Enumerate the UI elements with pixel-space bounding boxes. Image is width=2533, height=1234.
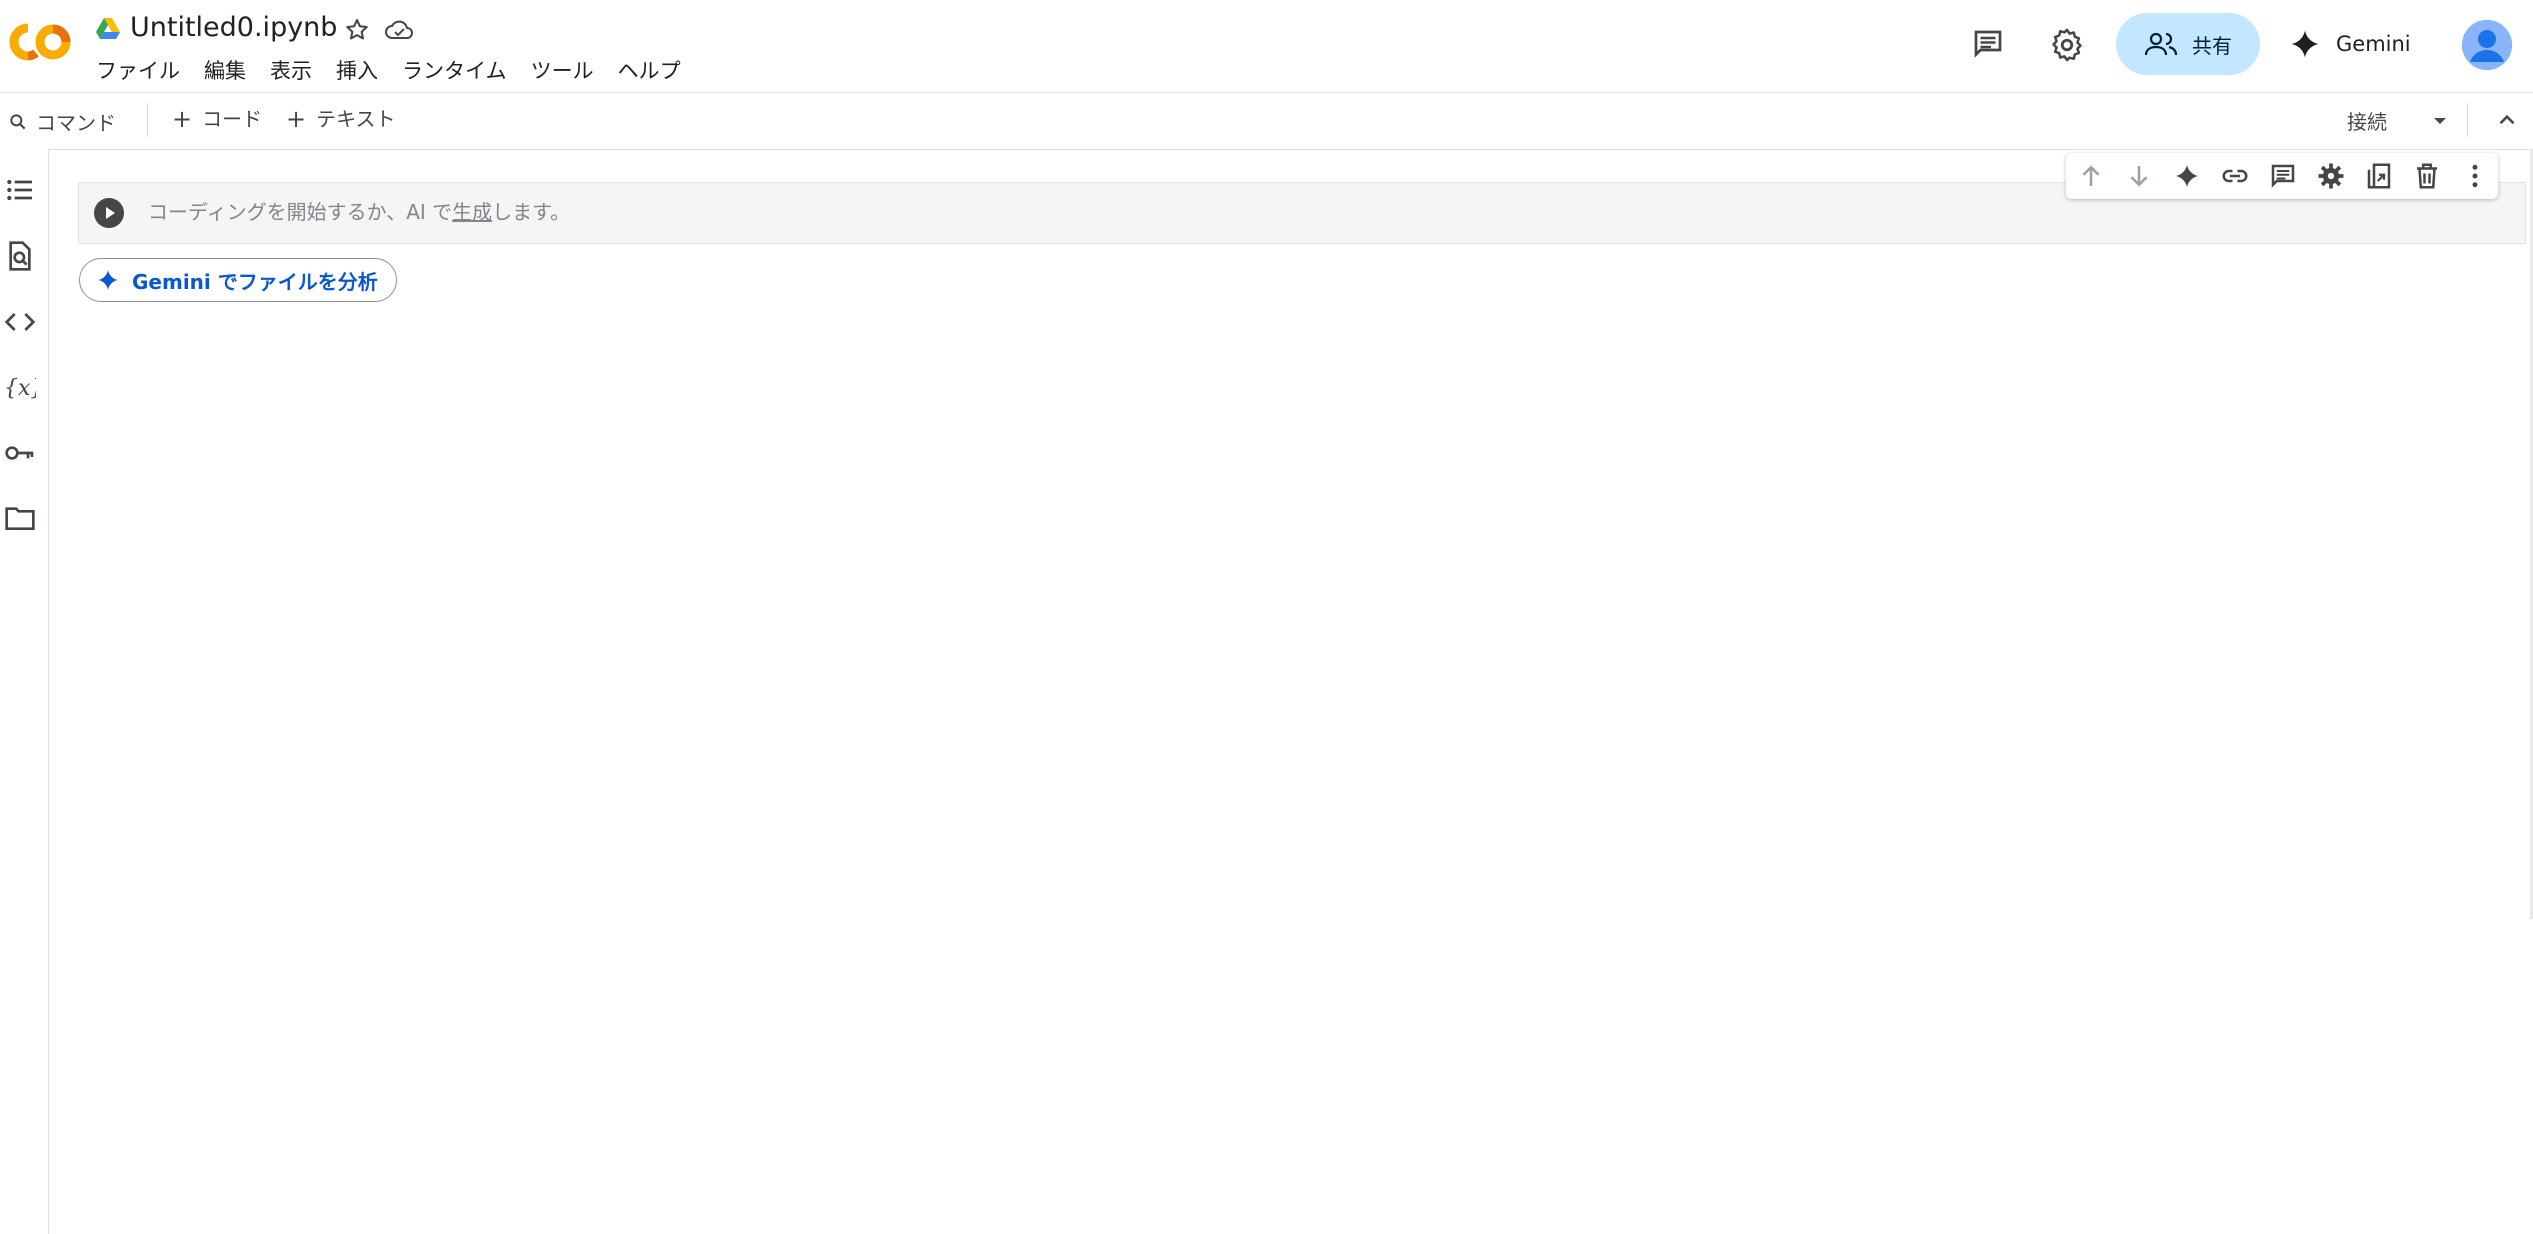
menu-tools[interactable]: ツール: [519, 56, 606, 86]
comments-icon[interactable]: [1970, 26, 2006, 62]
folder-icon[interactable]: [4, 502, 36, 534]
colab-logo[interactable]: [8, 22, 74, 62]
star-icon[interactable]: [343, 16, 371, 44]
plus-icon: +: [172, 105, 193, 133]
command-label: コマンド: [36, 111, 116, 135]
menu-view[interactable]: 表示: [258, 56, 324, 86]
gemini-button[interactable]: Gemini: [2290, 13, 2411, 75]
gemini-sparkle-icon[interactable]: [2172, 161, 2202, 191]
menu-edit[interactable]: 編集: [192, 56, 258, 86]
plus-icon: +: [286, 105, 307, 133]
delete-icon[interactable]: [2412, 161, 2442, 191]
link-icon[interactable]: [2220, 161, 2250, 191]
add-code-cell-button[interactable]: + コード: [172, 105, 262, 133]
add-text-label: テキスト: [316, 107, 396, 131]
share-label: 共有: [2192, 33, 2232, 58]
menu-bar: ファイル 編集 表示 挿入 ランタイム ツール ヘルプ: [96, 56, 693, 86]
gemini-analyze-files-button[interactable]: Gemini でファイルを分析: [79, 258, 397, 302]
arrow-up-icon[interactable]: [2076, 161, 2106, 191]
more-vert-icon[interactable]: [2460, 161, 2490, 191]
hint-suffix: します。: [492, 200, 571, 224]
left-sidebar-rail: {x}: [0, 149, 49, 1234]
menu-insert[interactable]: 挿入: [324, 56, 390, 86]
run-cell-button[interactable]: [94, 198, 124, 228]
svg-text:{x}: {x}: [4, 376, 36, 401]
add-text-cell-button[interactable]: + テキスト: [286, 105, 396, 133]
cell-placeholder[interactable]: コーディングを開始するか、AI で生成します。: [148, 198, 570, 226]
menu-runtime[interactable]: ランタイム: [390, 56, 519, 86]
share-button[interactable]: 共有: [2116, 13, 2260, 75]
arrow-down-icon[interactable]: [2124, 161, 2154, 191]
hint-prefix: コーディングを開始するか、AI で: [148, 200, 453, 224]
variables-icon[interactable]: {x}: [4, 371, 36, 403]
settings-gear-icon[interactable]: [2048, 26, 2086, 64]
add-code-label: コード: [202, 107, 263, 131]
comment-icon[interactable]: [2268, 161, 2298, 191]
cell-toolbar: [2066, 153, 2498, 199]
notebook-title[interactable]: Untitled0.ipynb: [130, 12, 337, 43]
chevron-up-icon[interactable]: [2494, 107, 2520, 133]
menu-file[interactable]: ファイル: [96, 56, 192, 86]
find-icon[interactable]: [4, 240, 36, 272]
analyze-label: Gemini でファイルを分析: [132, 269, 378, 294]
notebook-toolbar: コマンド + コード + テキスト 接続: [0, 92, 2533, 150]
gemini-label: Gemini: [2336, 32, 2411, 56]
cloud-saved-icon[interactable]: [383, 16, 415, 44]
gemini-sparkle-icon: [2290, 29, 2320, 59]
generate-link[interactable]: 生成: [452, 200, 492, 224]
gemini-sparkle-icon: [96, 268, 120, 292]
search-icon: [8, 112, 28, 132]
settings-icon[interactable]: [2316, 161, 2346, 191]
toc-icon[interactable]: [4, 174, 36, 206]
toolbar-divider: [2467, 103, 2468, 137]
google-drive-icon: [95, 17, 121, 41]
header: Untitled0.ipynb ファイル 編集 表示 挿入 ランタイム ツール …: [0, 0, 2533, 92]
secrets-key-icon[interactable]: [4, 437, 36, 469]
connect-runtime-button[interactable]: 接続: [2347, 106, 2387, 135]
toolbar-divider: [147, 103, 148, 137]
chevron-down-icon[interactable]: [2428, 109, 2452, 133]
menu-help[interactable]: ヘルプ: [606, 56, 693, 86]
people-icon: [2144, 30, 2178, 58]
account-avatar[interactable]: [2462, 20, 2512, 70]
code-snippets-icon[interactable]: [4, 306, 36, 338]
command-palette-button[interactable]: コマンド: [8, 107, 116, 136]
mirror-cell-icon[interactable]: [2364, 161, 2394, 191]
